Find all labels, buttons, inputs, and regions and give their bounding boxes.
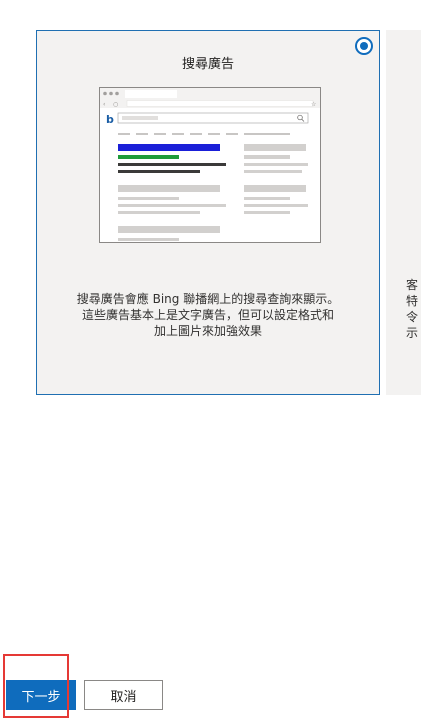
next-ad-type-card[interactable]: 客 特 令 示 — [386, 30, 421, 395]
browser-reload-icon: ○ — [113, 101, 118, 108]
ad-url-bar — [118, 155, 179, 159]
description-line: 令 — [406, 310, 419, 324]
next-button[interactable]: 下一步 — [6, 680, 76, 710]
ad-headline-bar — [118, 144, 220, 151]
browser-back-icon: ‹ — [103, 101, 105, 108]
cancel-button[interactable]: 取消 — [84, 680, 163, 710]
description-line: 加上圖片來加強效果 — [153, 324, 262, 338]
browser-star-icon: ☆ — [311, 101, 316, 108]
description-line: 客 — [406, 278, 419, 292]
description-line: 示 — [406, 326, 419, 340]
page: 搜尋廣告 ‹ ○ ☆ b 搜尋廣告會應 Bing 聯播網上的搜尋查詢來顯示。 這… — [0, 0, 421, 725]
browser-dot-icon — [109, 91, 113, 96]
bing-logo-icon: b — [106, 113, 114, 126]
search-ads-card[interactable]: 搜尋廣告 ‹ ○ ☆ b 搜尋廣告會應 Bing 聯播網上的搜尋查詢來顯示。 這… — [36, 30, 380, 395]
description-line: 特 — [406, 294, 419, 308]
search-ads-card-title: 搜尋廣告 — [181, 57, 234, 72]
search-ads-illustration: ‹ ○ ☆ b — [99, 87, 321, 243]
next-ad-type-card-description: 客 特 令 示 — [406, 277, 420, 341]
browser-dot-icon — [115, 91, 119, 96]
description-line: 搜尋廣告會應 Bing 聯播網上的搜尋查詢來顯示。 — [76, 292, 340, 306]
search-ads-card-description: 搜尋廣告會應 Bing 聯播網上的搜尋查詢來顯示。 這些廣告基本上是文字廣告，但… — [51, 291, 365, 339]
browser-dot-icon — [103, 91, 107, 96]
description-line: 這些廣告基本上是文字廣告，但可以設定格式和 — [81, 308, 334, 322]
